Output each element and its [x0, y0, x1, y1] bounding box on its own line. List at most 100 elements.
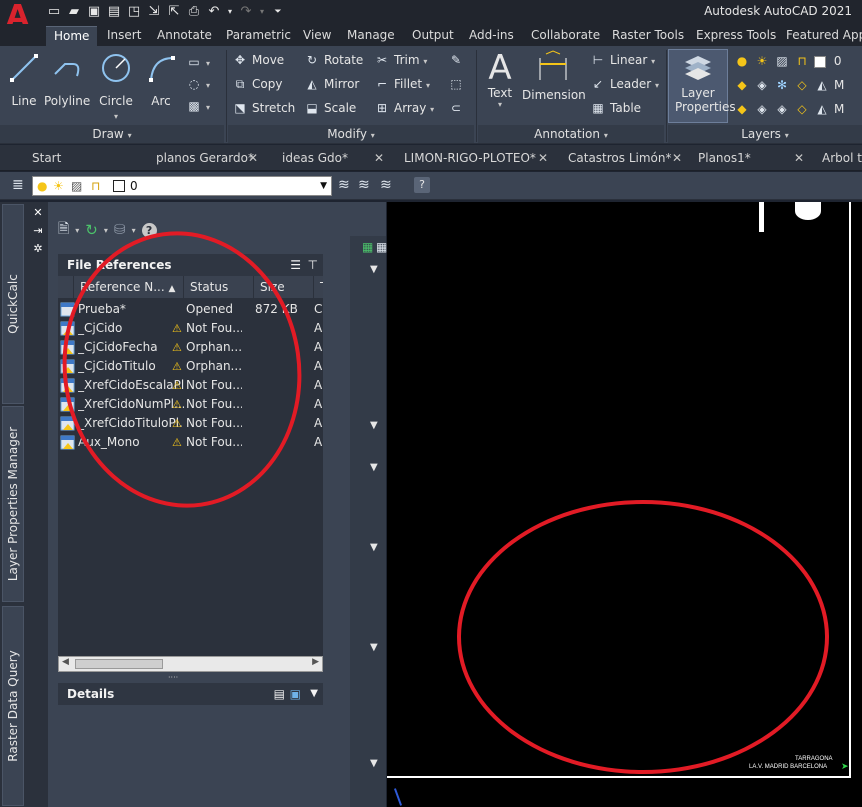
scrollbar-thumb[interactable]	[75, 659, 163, 669]
close-icon[interactable]: ✕	[248, 147, 258, 169]
doc-tab-limon-rigo-ploteo[interactable]: LIMON-RIGO-PLOTEO* ✕	[396, 147, 554, 169]
column-reference-name[interactable]: Reference N... ▲	[74, 276, 184, 298]
layer-off-icon[interactable]: ◆	[734, 75, 750, 95]
linear-button[interactable]: ⊢ Linear ▾	[590, 50, 655, 70]
chevron-down-icon[interactable]: ▼	[370, 542, 378, 553]
doc-tab-planos-gerardo[interactable]: planos Gerardo* ✕	[146, 147, 264, 169]
doc-tab-planos1[interactable]: Planos1* ✕	[692, 147, 810, 169]
scroll-left-icon[interactable]: ◀	[62, 657, 69, 667]
plot-icon[interactable]: ⎙	[186, 4, 202, 20]
table-row[interactable]: _XrefCidoNumPl... ⚠ Not Fou... A	[58, 395, 323, 414]
chevron-down-icon[interactable]: ▼	[370, 462, 378, 473]
splitter-grip[interactable]: ····	[168, 674, 192, 682]
tab-view[interactable]: View	[303, 26, 331, 46]
mirror-button[interactable]: ◭ Mirror	[304, 74, 359, 94]
rotate-button[interactable]: ↻ Rotate	[304, 50, 363, 70]
save-icon[interactable]: ▣	[86, 4, 102, 20]
layer-thaw-icon[interactable]: ◈	[774, 99, 790, 119]
tab-collaborate[interactable]: Collaborate	[531, 26, 600, 46]
save-as-icon[interactable]: ▤	[106, 4, 122, 20]
layer-match-icon[interactable]: ≋	[358, 177, 370, 193]
layer-color-icon[interactable]: ▨	[774, 51, 790, 71]
polyline-button[interactable]: Polyline	[44, 52, 90, 108]
refresh-icon[interactable]: ↻	[85, 221, 98, 239]
move-button[interactable]: ✥ Move	[232, 50, 284, 70]
layers-panel-label[interactable]: Layers ▾	[668, 125, 862, 143]
tab-parametric[interactable]: Parametric	[226, 26, 291, 46]
help-icon[interactable]: ?	[141, 222, 157, 238]
layer-match-icon[interactable]: ◭	[814, 75, 830, 95]
lightbulb-icon[interactable]: ●	[734, 51, 750, 71]
layer-state-icon[interactable]: ▦	[362, 240, 373, 254]
text-button[interactable]: A Text ▾	[482, 50, 518, 109]
layer-on-icon[interactable]: ◆	[734, 99, 750, 119]
table-row[interactable]: Prueba* Opened 872 KB C	[58, 300, 323, 319]
change-path-icon[interactable]: ⛁	[114, 222, 126, 238]
annotation-panel-label[interactable]: Annotation ▾	[478, 125, 664, 143]
sun-icon[interactable]: ☀	[754, 51, 770, 71]
pin-icon[interactable]: ⇥	[31, 224, 45, 238]
close-icon[interactable]: ✕	[538, 147, 548, 169]
explode-button[interactable]: ⬚	[448, 74, 468, 94]
attach-icon[interactable]: 🗎	[58, 218, 69, 242]
tab-add-ins[interactable]: Add-ins	[469, 26, 514, 46]
help-icon[interactable]: ?	[414, 177, 430, 193]
doc-tab-ideas-gdo[interactable]: ideas Gdo* ✕	[270, 147, 390, 169]
chevron-down-icon[interactable]: ▼	[310, 683, 318, 705]
modify-panel-label[interactable]: Modify ▾	[228, 125, 474, 143]
chevron-down-icon[interactable]: ▼	[370, 642, 378, 653]
table-row[interactable]: _CjCidoFecha ⚠ Orphan... A	[58, 338, 323, 357]
doc-tab-catastros-limon[interactable]: Catastros Limón* ✕	[560, 147, 688, 169]
close-icon[interactable]: ✕	[374, 147, 384, 169]
web-mobile-icon[interactable]: ◳	[126, 4, 142, 20]
trim-button[interactable]: ✂ Trim ▾	[374, 50, 427, 70]
horizontal-scrollbar[interactable]: ◀ ▶	[58, 656, 323, 672]
make-current-icon[interactable]: ≋	[338, 177, 350, 193]
table-row[interactable]: _CjCidoTitulo ⚠ Orphan... A	[58, 357, 323, 376]
close-icon[interactable]: ✕	[31, 206, 45, 220]
properties-icon[interactable]: ✲	[31, 242, 45, 256]
tab-express-tools[interactable]: Express Tools	[696, 26, 776, 46]
import-icon[interactable]: ⇲	[146, 4, 162, 20]
circle-button[interactable]: Circle ▾	[96, 52, 136, 122]
tab-annotate[interactable]: Annotate	[157, 26, 212, 46]
table-row[interactable]: Aux_Mono ⚠ Not Fou... A	[58, 433, 323, 452]
side-tab-quickcalc[interactable]: QuickCalc	[2, 204, 24, 404]
chevron-down-icon[interactable]: ▾	[75, 226, 79, 235]
customize-qat-icon[interactable]: ⏷	[270, 4, 286, 20]
doc-tab-start[interactable]: Start	[0, 147, 144, 169]
chevron-down-icon[interactable]: ▾	[104, 226, 108, 235]
table-row[interactable]: _XrefCidoTituloPl... ⚠ Not Fou... A	[58, 414, 323, 433]
layer-properties-small-icon[interactable]: ≣	[12, 177, 24, 193]
array-button[interactable]: ⊞ Array ▾	[374, 98, 434, 118]
preview-icon[interactable]: ▣	[290, 683, 301, 705]
undo-dropdown-icon[interactable]: ▾	[226, 4, 234, 20]
erase-button[interactable]: ✎	[448, 50, 468, 70]
tab-home[interactable]: Home	[46, 26, 98, 46]
undo-icon[interactable]: ↶	[206, 4, 222, 20]
leader-button[interactable]: ↙ Leader ▾	[590, 74, 659, 94]
details-view-icon[interactable]: ▤	[274, 683, 285, 705]
layer-previous-icon[interactable]: ≋	[380, 177, 392, 193]
layer-walk-icon[interactable]: ◭	[814, 99, 830, 119]
draw-panel-label[interactable]: Draw ▾	[0, 125, 224, 143]
list-view-icon[interactable]: ☰	[290, 254, 301, 276]
layer-unisolate-icon[interactable]: ◈	[754, 99, 770, 119]
scale-button[interactable]: ⬓ Scale	[304, 98, 356, 118]
chevron-down-icon[interactable]: ▼	[370, 264, 378, 275]
arc-button[interactable]: Arc	[142, 52, 180, 108]
side-tab-raster-data-query[interactable]: Raster Data Query	[2, 606, 24, 806]
side-tab-layer-properties-manager[interactable]: Layer Properties Manager	[2, 406, 24, 602]
open-icon[interactable]: ▰	[66, 4, 82, 20]
dimension-button[interactable]: Dimension	[522, 50, 586, 102]
rectangle-button[interactable]: ▭ ▾	[186, 52, 210, 72]
tab-featured-apps[interactable]: Featured Apps	[786, 26, 862, 46]
column-size[interactable]: Size	[254, 276, 314, 298]
column-status[interactable]: Status	[184, 276, 254, 298]
layer-dropdown[interactable]: ● ☀ ▨ ⊓ 0 ▼	[32, 176, 332, 196]
redo-dropdown-icon[interactable]: ▾	[258, 4, 266, 20]
chevron-down-icon[interactable]: ▼	[370, 758, 378, 769]
close-icon[interactable]: ✕	[794, 147, 804, 169]
line-button[interactable]: Line	[6, 52, 42, 108]
fillet-button[interactable]: ⌐ Fillet ▾	[374, 74, 430, 94]
